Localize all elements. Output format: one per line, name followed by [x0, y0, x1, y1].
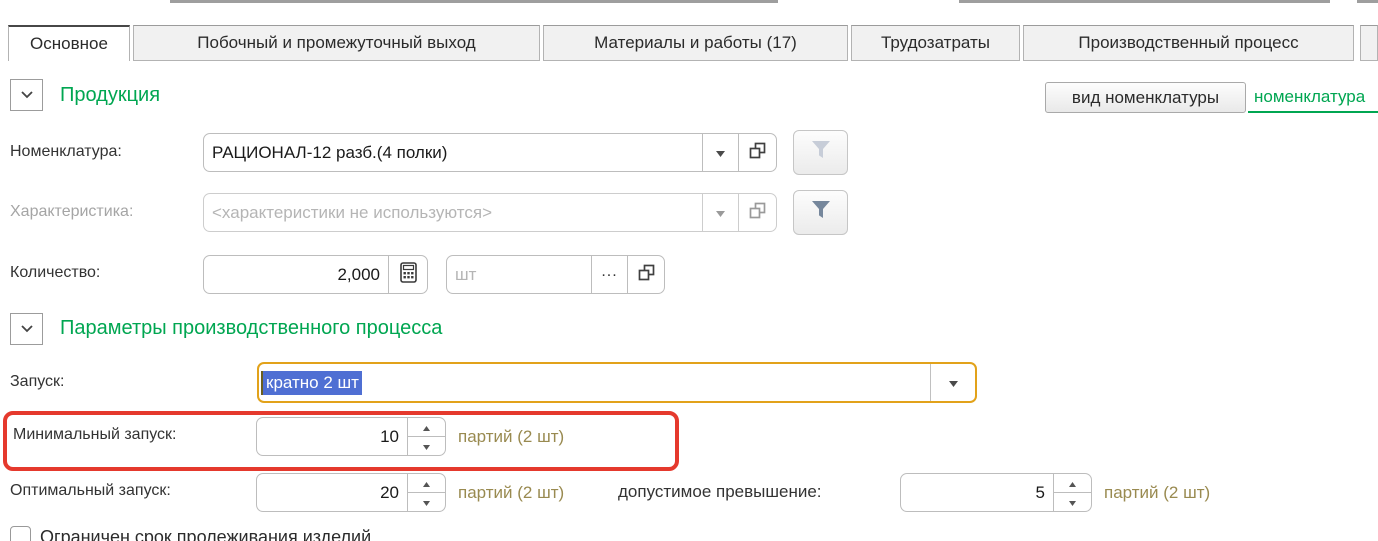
spin-up-button[interactable] [408, 474, 445, 493]
spin-down-button[interactable] [1054, 493, 1091, 511]
production-spec-form: Основное Побочный и промежуточный выход … [0, 0, 1378, 541]
product-section-title: Продукция [60, 84, 160, 107]
nomenclature-label: Номенклатура: [10, 143, 122, 161]
filter-funnel-icon [809, 139, 833, 166]
caret-up-icon [423, 418, 430, 436]
characteristic-filter-button[interactable] [793, 190, 848, 235]
open-link-icon [748, 201, 767, 225]
top-edge-segment [959, 0, 1330, 3]
launch-combo-field[interactable]: кратно 2 шт [257, 362, 977, 403]
quantity-unit-open-button[interactable] [627, 256, 664, 293]
nomenclature-input[interactable]: РАЦИОНАЛ-12 разб.(4 полки) [204, 134, 702, 171]
overrun-input[interactable]: 5 [901, 474, 1053, 511]
min-launch-label: Минимальный запуск: [13, 426, 177, 444]
opt-launch-suffix: партий (2 шт) [458, 483, 564, 503]
opt-launch-label: Оптимальный запуск: [10, 482, 171, 500]
min-launch-field: 10 [256, 417, 446, 456]
spin-down-button[interactable] [408, 437, 445, 455]
characteristic-input[interactable]: <характеристики не используются> [204, 194, 702, 231]
min-launch-suffix: партий (2 шт) [458, 427, 564, 447]
characteristic-label: Характеристика: [10, 203, 133, 221]
view-nomenclature-button[interactable]: номенклатура [1248, 82, 1378, 113]
collapse-params-button[interactable] [10, 313, 43, 345]
caret-up-icon [1069, 474, 1076, 492]
min-launch-input[interactable]: 10 [257, 418, 407, 455]
tab-pobochny-vyhod[interactable]: Побочный и промежуточный выход [133, 25, 540, 61]
caret-down-icon [1069, 493, 1076, 511]
quantity-input[interactable]: 2,000 [204, 256, 388, 293]
quantity-calculator-button[interactable] [388, 256, 427, 293]
ellipsis-icon: ... [601, 263, 617, 287]
opt-launch-spinner [407, 474, 445, 511]
quantity-unit-input[interactable]: шт [447, 256, 591, 293]
nomenclature-filter-button[interactable] [793, 130, 848, 175]
characteristic-open-button[interactable] [738, 194, 776, 231]
top-edge-segment [1357, 0, 1378, 3]
launch-selected-text: кратно 2 шт [263, 371, 362, 395]
characteristic-field: <характеристики не используются> [203, 193, 777, 232]
view-kind-button[interactable]: вид номенклатуры [1045, 82, 1246, 113]
top-edge-segment [170, 0, 778, 3]
opt-launch-field: 20 [256, 473, 446, 512]
nomenclature-dropdown-button[interactable] [702, 134, 738, 171]
overrun-label: допустимое превышение: [618, 482, 822, 502]
tab-materialy-raboty[interactable]: Материалы и работы (17) [543, 25, 848, 61]
nomenclature-open-button[interactable] [738, 134, 776, 171]
quantity-field: 2,000 [203, 255, 428, 294]
chevron-down-icon [20, 86, 34, 104]
quantity-unit-ellipsis-button[interactable]: ... [591, 256, 627, 293]
quantity-unit-field: шт ... [446, 255, 665, 294]
tab-osnovnoe[interactable]: Основное [8, 25, 130, 61]
caret-down-icon [716, 204, 725, 222]
launch-label: Запуск: [10, 373, 65, 391]
shelf-life-label: Ограничен срок пролеживания изделий [40, 527, 371, 541]
opt-launch-input[interactable]: 20 [257, 474, 407, 511]
chevron-down-icon [20, 320, 34, 338]
spin-up-button[interactable] [1054, 474, 1091, 493]
spin-down-button[interactable] [408, 493, 445, 511]
tab-proizvodstvenny-process[interactable]: Производственный процесс [1023, 25, 1354, 61]
open-link-icon [637, 263, 656, 287]
shelf-life-checkbox[interactable] [10, 526, 31, 541]
caret-down-icon [949, 374, 958, 392]
overrun-suffix: партий (2 шт) [1104, 483, 1210, 503]
caret-up-icon [423, 474, 430, 492]
overrun-field: 5 [900, 473, 1092, 512]
caret-down-icon [423, 437, 430, 455]
characteristic-dropdown-button[interactable] [702, 194, 738, 231]
min-launch-spinner [407, 418, 445, 455]
quantity-label: Количество: [10, 264, 100, 282]
nomenclature-field: РАЦИОНАЛ-12 разб.(4 полки) [203, 133, 777, 172]
collapse-product-button[interactable] [10, 79, 43, 111]
filter-funnel-icon [809, 199, 833, 226]
calculator-icon [400, 262, 417, 288]
open-link-icon [748, 141, 767, 165]
launch-dropdown-button[interactable] [930, 364, 975, 401]
params-section-title: Параметры производственного процесса [60, 317, 442, 340]
caret-down-icon [716, 144, 725, 162]
tab-partial[interactable] [1360, 25, 1378, 61]
spin-up-button[interactable] [408, 418, 445, 437]
overrun-spinner [1053, 474, 1091, 511]
tab-trudozatraty[interactable]: Трудозатраты [851, 25, 1020, 61]
caret-down-icon [423, 493, 430, 511]
